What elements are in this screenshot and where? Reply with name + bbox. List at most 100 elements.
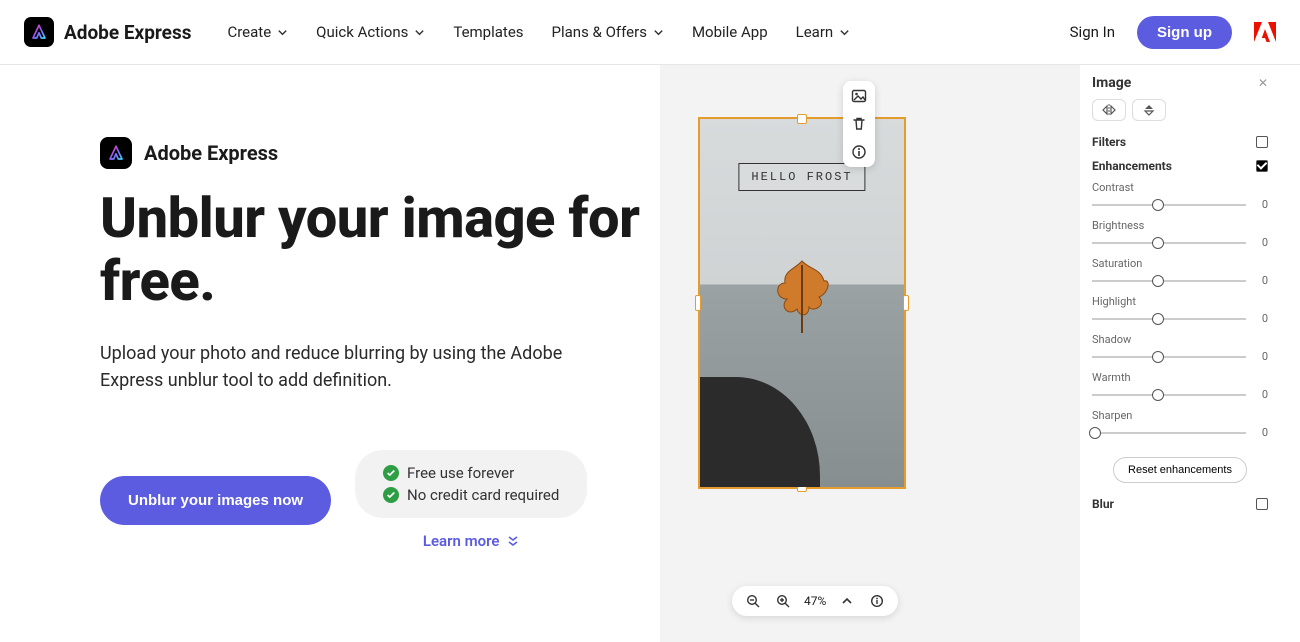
slider-thumb[interactable]	[1152, 351, 1164, 363]
adobe-logo-icon	[1254, 22, 1276, 42]
nav-item-quick-actions[interactable]: Quick Actions	[316, 23, 425, 41]
slider-label: Brightness	[1092, 219, 1268, 232]
flip-horizontal-button[interactable]	[1092, 99, 1126, 121]
flip-vertical-button[interactable]	[1132, 99, 1166, 121]
nav-menu: Create Quick Actions Templates Plans & O…	[227, 23, 850, 41]
unblur-cta-button[interactable]: Unblur your images now	[100, 476, 331, 525]
nav-item-mobile[interactable]: Mobile App	[692, 23, 768, 41]
nav-label: Templates	[453, 23, 523, 41]
image-panel: Image ✕ Filters Enhancements Contrast0 Br…	[1080, 65, 1280, 642]
learn-more-link[interactable]: Learn more	[355, 532, 587, 550]
slider-label: Warmth	[1092, 371, 1268, 384]
slider-brightness: Brightness 0	[1092, 219, 1268, 249]
benefit-text: Free use forever	[407, 464, 514, 482]
slider-value: 0	[1254, 426, 1268, 439]
zoom-in-button[interactable]	[774, 592, 792, 610]
slider-thumb[interactable]	[1152, 237, 1164, 249]
nav-label: Quick Actions	[316, 23, 408, 41]
hero-brand-icon	[100, 137, 132, 169]
slider-saturation: Saturation 0	[1092, 257, 1268, 287]
slider-value: 0	[1254, 274, 1268, 287]
slider-value: 0	[1254, 312, 1268, 325]
slider-highlight: Highlight 0	[1092, 295, 1268, 325]
benefit-item: Free use forever	[383, 464, 559, 482]
slider-track[interactable]	[1092, 432, 1246, 434]
canvas-area: HELLO FROST 47%	[660, 65, 1080, 642]
zoom-out-button[interactable]	[744, 592, 762, 610]
nav-item-plans[interactable]: Plans & Offers	[552, 23, 664, 41]
image-caption: HELLO FROST	[738, 163, 865, 191]
cta-row: Unblur your images now Free use forever …	[100, 450, 660, 550]
sign-in-link[interactable]: Sign In	[1070, 23, 1115, 41]
blur-label: Blur	[1092, 497, 1114, 511]
filters-expand-toggle[interactable]	[1256, 136, 1268, 148]
slider-label: Highlight	[1092, 295, 1268, 308]
hero-headline: Unblur your image for free.	[100, 187, 660, 312]
slider-value: 0	[1254, 198, 1268, 211]
zoom-menu-button[interactable]	[838, 592, 856, 610]
slider-thumb[interactable]	[1152, 199, 1164, 211]
slider-value: 0	[1254, 236, 1268, 249]
slider-warmth: Warmth 0	[1092, 371, 1268, 401]
nav-item-templates[interactable]: Templates	[453, 23, 523, 41]
info-tool-button[interactable]	[850, 143, 868, 161]
resize-handle-top[interactable]	[797, 114, 807, 124]
slider-thumb[interactable]	[1089, 427, 1101, 439]
slider-contrast: Contrast0	[1092, 181, 1268, 211]
slider-track[interactable]	[1092, 204, 1246, 206]
slider-track[interactable]	[1092, 318, 1246, 320]
chevron-down-icon	[277, 27, 288, 38]
nav-item-create[interactable]: Create	[227, 23, 288, 41]
benefit-item: No credit card required	[383, 486, 559, 504]
blur-expand-toggle[interactable]	[1256, 498, 1268, 510]
slider-track[interactable]	[1092, 356, 1246, 358]
zoom-info-button[interactable]	[868, 592, 886, 610]
nav-item-learn[interactable]: Learn	[796, 23, 851, 41]
chevron-down-icon	[839, 27, 850, 38]
zoom-value: 47%	[804, 594, 826, 608]
canvas-selection[interactable]: HELLO FROST	[698, 117, 906, 489]
panel-title: Image	[1092, 75, 1131, 91]
brand-logo[interactable]: Adobe Express	[24, 17, 191, 47]
resize-handle-right[interactable]	[903, 295, 909, 311]
nav-label: Learn	[796, 23, 834, 41]
image-tool-button[interactable]	[850, 87, 868, 105]
panel-close-button[interactable]: ✕	[1258, 76, 1268, 90]
enhancements-expand-toggle[interactable]	[1256, 160, 1268, 172]
slider-sharpen: Sharpen 0	[1092, 409, 1268, 439]
enhancements-section-header[interactable]: Enhancements	[1092, 159, 1268, 173]
sliders-container: Contrast0Brightness0Saturation0Highlight…	[1092, 181, 1268, 439]
chevron-down-icon	[653, 27, 664, 38]
brand-name: Adobe Express	[64, 21, 191, 44]
filters-label: Filters	[1092, 135, 1126, 149]
slider-track[interactable]	[1092, 394, 1246, 396]
arm-silhouette	[700, 377, 820, 487]
slider-track[interactable]	[1092, 280, 1246, 282]
slider-thumb[interactable]	[1152, 313, 1164, 325]
slider-thumb[interactable]	[1152, 389, 1164, 401]
leaf-icon	[769, 259, 835, 335]
slider-track[interactable]	[1092, 242, 1246, 244]
filters-section-header[interactable]: Filters	[1092, 135, 1268, 149]
sign-up-button[interactable]: Sign up	[1137, 16, 1232, 49]
delete-tool-button[interactable]	[850, 115, 868, 133]
slider-label: Saturation	[1092, 257, 1268, 270]
slider-thumb[interactable]	[1152, 275, 1164, 287]
check-icon	[383, 487, 399, 503]
slider-value: 0	[1254, 388, 1268, 401]
benefits-chip: Free use forever No credit card required	[355, 450, 587, 518]
resize-handle-left[interactable]	[695, 295, 701, 311]
slider-label: Sharpen	[1092, 409, 1268, 422]
reset-enhancements-button[interactable]: Reset enhancements	[1113, 457, 1247, 483]
benefits-column: Free use forever No credit card required…	[355, 450, 587, 550]
nav-label: Mobile App	[692, 23, 768, 41]
enhancements-label: Enhancements	[1092, 159, 1172, 173]
benefit-text: No credit card required	[407, 486, 559, 504]
learn-more-text: Learn more	[423, 532, 500, 550]
flip-row	[1092, 99, 1268, 121]
blur-section-header[interactable]: Blur	[1092, 497, 1268, 511]
hero-brand: Adobe Express	[100, 137, 660, 169]
check-icon	[383, 465, 399, 481]
nav-label: Create	[227, 23, 271, 41]
main: Adobe Express Unblur your image for free…	[0, 65, 1300, 642]
